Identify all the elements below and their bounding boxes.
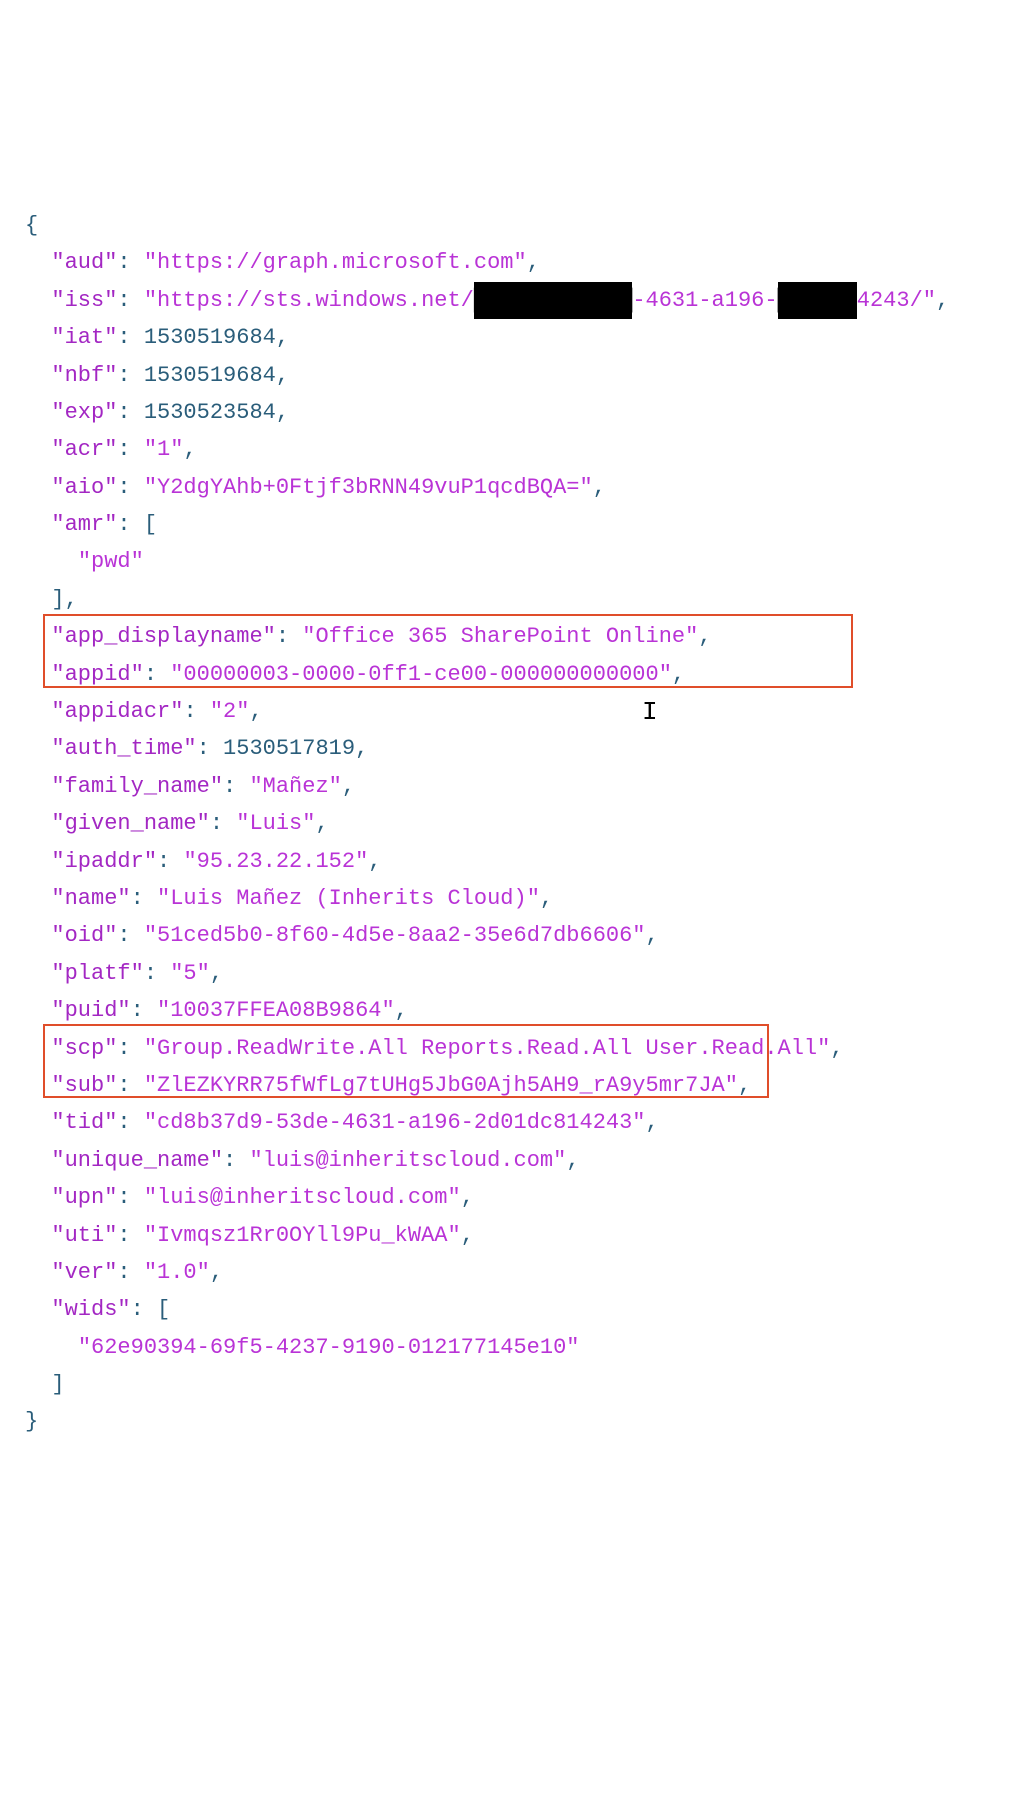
key-upn: "upn": [51, 1185, 117, 1210]
key-family-name: "family_name": [51, 774, 223, 799]
value-oid: "51ced5b0-8f60-4d5e-8aa2-35e6d7db6606": [144, 923, 646, 948]
key-platf: "platf": [51, 961, 143, 986]
key-puid: "puid": [51, 998, 130, 1023]
value-sub: "ZlEZKYRR75fWfLg7tUHg5JbG0Ajh5AH9_rA9y5m…: [144, 1073, 738, 1098]
value-exp: 1530523584: [144, 400, 276, 425]
value-app-displayname: "Office 365 SharePoint Online": [302, 624, 698, 649]
close-brace: }: [25, 1409, 38, 1434]
value-nbf: 1530519684: [144, 363, 276, 388]
value-appidacr: "2": [210, 699, 250, 724]
value-acr: "1": [144, 437, 184, 462]
value-family-name: "Mañez": [249, 774, 341, 799]
value-unique-name: "luis@inheritscloud.com": [249, 1148, 566, 1173]
key-appid: "appid": [51, 662, 143, 687]
json-token-display: { "aud": "https://graph.microsoft.com", …: [25, 170, 999, 1591]
open-brace: {: [25, 213, 38, 238]
key-iss: "iss": [51, 288, 117, 313]
value-uti: "Ivmqsz1Rr0OYll9Pu_kWAA": [144, 1223, 461, 1248]
value-iss-mid2: 4243/": [857, 288, 936, 313]
value-upn: "luis@inheritscloud.com": [144, 1185, 461, 1210]
value-aud: "https://graph.microsoft.com": [144, 250, 527, 275]
redacted-2: ██████: [778, 282, 857, 319]
key-scp: "scp": [51, 1036, 117, 1061]
value-ipaddr: "95.23.22.152": [183, 849, 368, 874]
key-oid: "oid": [51, 923, 117, 948]
key-uti: "uti": [51, 1223, 117, 1248]
key-sub: "sub": [51, 1073, 117, 1098]
key-ver: "ver": [51, 1260, 117, 1285]
key-ipaddr: "ipaddr": [51, 849, 157, 874]
key-unique-name: "unique_name": [51, 1148, 223, 1173]
text-cursor-icon: I: [642, 690, 658, 734]
key-appidacr: "appidacr": [51, 699, 183, 724]
value-puid: "10037FFEA08B9864": [157, 998, 395, 1023]
value-iat: 1530519684: [144, 325, 276, 350]
value-aio: "Y2dgYAhb+0Ftjf3bRNN49vuP1qcdBQA=": [144, 475, 593, 500]
value-wids-item: "62e90394-69f5-4237-9190-012177145e10": [78, 1335, 580, 1360]
key-wids: "wids": [51, 1297, 130, 1322]
redacted-1: ████████████: [474, 282, 632, 319]
key-app-displayname: "app_displayname": [51, 624, 275, 649]
value-given-name: "Luis": [236, 811, 315, 836]
value-ver: "1.0": [144, 1260, 210, 1285]
value-iss-pre: "https://sts.windows.net/: [144, 288, 474, 313]
value-tid: "cd8b37d9-53de-4631-a196-2d01dc814243": [144, 1110, 646, 1135]
key-aio: "aio": [51, 475, 117, 500]
key-nbf: "nbf": [51, 363, 117, 388]
value-platf: "5": [170, 961, 210, 986]
key-tid: "tid": [51, 1110, 117, 1135]
value-scp: "Group.ReadWrite.All Reports.Read.All Us…: [144, 1036, 831, 1061]
key-given-name: "given_name": [51, 811, 209, 836]
key-amr: "amr": [51, 512, 117, 537]
value-iss-mid1: -4631-a196-: [632, 288, 777, 313]
value-auth-time: 1530517819: [223, 736, 355, 761]
value-name: "Luis Mañez (Inherits Cloud)": [157, 886, 540, 911]
key-aud: "aud": [51, 250, 117, 275]
key-acr: "acr": [51, 437, 117, 462]
key-exp: "exp": [51, 400, 117, 425]
key-auth-time: "auth_time": [51, 736, 196, 761]
key-name: "name": [51, 886, 130, 911]
value-amr-item: "pwd": [78, 549, 144, 574]
key-iat: "iat": [51, 325, 117, 350]
value-appid: "00000003-0000-0ff1-ce00-000000000000": [170, 662, 672, 687]
